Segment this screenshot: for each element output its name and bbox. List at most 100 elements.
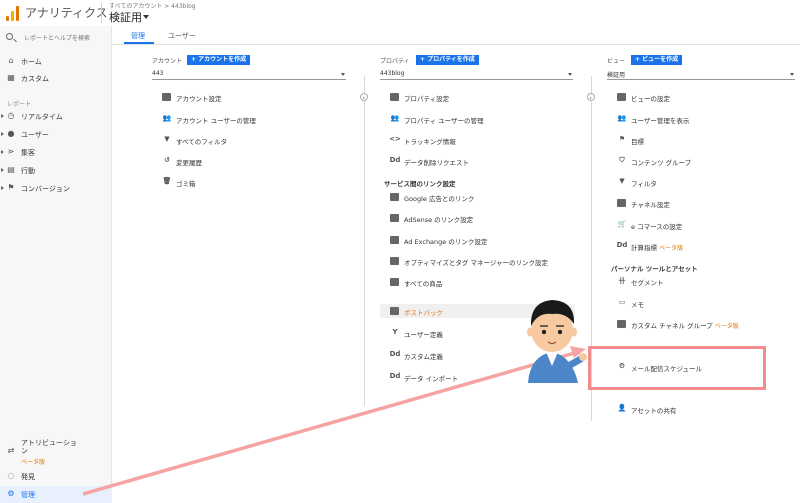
segments-item[interactable]: 卄 セグメント: [607, 274, 800, 288]
ecommerce-settings-item[interactable]: 🛒 e コマースの設定: [607, 218, 800, 232]
expand-arrow-icon: [1, 150, 4, 154]
item-label: コンテンツ グループ: [631, 159, 692, 167]
flag-icon: ⚑: [7, 183, 15, 192]
sidebar-item-acquisition[interactable]: ⋗ 集客: [0, 144, 112, 161]
item-label: セグメント: [631, 279, 664, 287]
column-divider: [364, 76, 365, 406]
sidebar-item-label: 行動: [21, 167, 35, 175]
create-property-button[interactable]: + プロパティを作成: [416, 55, 479, 65]
create-view-button[interactable]: + ビューを作成: [631, 55, 683, 65]
building-icon: [162, 93, 171, 101]
share-icon: ⋗: [7, 147, 15, 156]
search-icon: [6, 33, 13, 40]
sidebar-item-label: アトリビューション: [21, 439, 77, 455]
sidebar-item-label: コンバージョン: [21, 185, 70, 193]
item-label: カスタム チャネル グループ ベータ版: [631, 320, 739, 330]
view-caret-icon[interactable]: [143, 15, 149, 19]
ad-exchange-link-item[interactable]: Ad Exchange のリンク設定: [380, 233, 585, 247]
item-label: メモ: [631, 301, 644, 309]
item-label-text: 計算指標: [631, 244, 657, 252]
sidebar-item-label: ユーザー: [21, 131, 49, 139]
content-grouping-item[interactable]: ⛉ コンテンツ グループ: [607, 154, 800, 168]
share-user-icon: 👤: [617, 404, 627, 412]
sidebar-item-home[interactable]: ⌂ ホーム: [0, 53, 112, 70]
item-label: すべてのフィルタ: [176, 138, 228, 146]
sidebar-item-label: 発見: [21, 473, 35, 481]
dd-icon: Dd: [389, 156, 401, 164]
property-icon: [390, 93, 399, 101]
sidebar-item-conversions[interactable]: ⚑ コンバージョン: [0, 180, 112, 197]
chevron-down-icon: [790, 73, 794, 76]
item-label: すべての商品: [404, 280, 443, 288]
calculated-metrics-item[interactable]: Dd 計算指標 ベータ版: [607, 239, 800, 253]
channel-settings-item[interactable]: チャネル設定: [607, 196, 800, 210]
data-deletion-item[interactable]: Dd データ削除リクエスト: [380, 154, 585, 168]
annotations-item[interactable]: ▭ メモ: [607, 296, 800, 310]
sidebar-item-label: ホーム: [21, 58, 42, 66]
item-label-text: カスタム チャネル グループ: [631, 322, 713, 330]
beta-badge: ベータ版: [659, 245, 684, 252]
custom-channel-grouping-item[interactable]: カスタム チャネル グループ ベータ版: [607, 317, 800, 331]
custom-definitions-item[interactable]: Dd カスタム定義: [380, 348, 585, 362]
optimize-tagmanager-link-item[interactable]: オプティマイズとタグ マネージャーのリンク設定: [380, 254, 585, 268]
history-icon: ↺: [164, 156, 170, 164]
sidebar-item-users[interactable]: ● ユーザー: [0, 126, 112, 143]
trash-item[interactable]: 🗑 ゴミ箱: [152, 175, 357, 189]
channel-icon: [617, 199, 626, 207]
sidebar-item-attribution[interactable]: ⇄ アトリビューション ベータ版: [0, 437, 112, 467]
data-import-item[interactable]: Dd データ インポート: [380, 370, 585, 384]
property-selector[interactable]: 443blog: [380, 70, 573, 80]
item-label: ゴミ箱: [176, 180, 196, 188]
user-definitions-item[interactable]: Y ユーザー定義: [380, 326, 585, 340]
all-products-item[interactable]: すべての商品: [380, 275, 585, 289]
tab-user[interactable]: ユーザー: [168, 31, 196, 41]
view-filters-item[interactable]: ▼ フィルタ: [607, 175, 800, 189]
account-user-management-item[interactable]: 👥 アカウント ユーザーの管理: [152, 112, 357, 126]
search-input[interactable]: [24, 32, 109, 45]
person-icon: ●: [7, 129, 15, 138]
dd-icon: Dd: [389, 350, 401, 358]
share-assets-item[interactable]: 👤 アセットの共有: [607, 402, 800, 416]
item-label: ユーザー定義: [404, 331, 443, 339]
google-ads-link-item[interactable]: Google 広告とのリンク: [380, 190, 585, 204]
view-heading: ビュー: [607, 58, 626, 65]
window-icon: ▤: [7, 165, 15, 174]
expand-arrow-icon: [1, 186, 4, 190]
links-section-heading: サービス間のリンク設定: [384, 180, 456, 188]
account-selector[interactable]: 443: [152, 70, 346, 80]
item-label: アカウント設定: [176, 95, 222, 103]
sidebar-item-behavior[interactable]: ▤ 行動: [0, 162, 112, 179]
view-user-management-item[interactable]: 👥 ユーザー管理を表示: [607, 112, 800, 126]
sidebar-item-discover[interactable]: ◌ 発見: [0, 468, 112, 485]
analytics-logo-icon: [6, 5, 20, 21]
adsense-link-item[interactable]: AdSense のリンク設定: [380, 211, 585, 225]
flag-icon: ⚑: [618, 135, 626, 143]
view-settings-item[interactable]: ビューの設定: [607, 90, 800, 104]
sidebar-item-realtime[interactable]: ◷ リアルタイム: [0, 108, 112, 125]
account-settings-item[interactable]: アカウント設定: [152, 90, 357, 104]
item-label: プロパティ設定: [404, 95, 450, 103]
sidebar-item-custom[interactable]: ▦ カスタム: [0, 70, 112, 87]
all-filters-item[interactable]: ▼ すべてのフィルタ: [152, 133, 357, 147]
change-history-item[interactable]: ↺ 変更履歴: [152, 154, 357, 168]
view-selector[interactable]: 検証用: [109, 9, 142, 25]
tracking-info-item[interactable]: <> トラッキング情報: [380, 133, 585, 147]
property-user-management-item[interactable]: 👥 プロパティ ユーザーの管理: [380, 112, 585, 126]
postback-item[interactable]: ポストバック: [380, 304, 575, 318]
chevron-down-icon: [341, 73, 345, 76]
filter-icon: ▼: [164, 135, 170, 143]
sidebar-search[interactable]: [0, 31, 112, 47]
item-label: トラッキング情報: [404, 138, 456, 146]
expand-arrow-icon: [1, 114, 4, 118]
view-dropdown[interactable]: 検証用: [607, 70, 795, 80]
attribution-icon: ⇄: [7, 446, 15, 455]
goals-item[interactable]: ⚑ 目標: [607, 133, 800, 147]
tab-admin[interactable]: 管理: [131, 31, 145, 41]
create-account-button[interactable]: + アカウントを作成: [187, 55, 251, 65]
item-label: データ インポート: [404, 375, 459, 383]
property-settings-item[interactable]: プロパティ設定: [380, 90, 585, 104]
analytics-admin-screen: アナリティクス すべてのアカウント > 443blog 検証用 ⌂ ホーム ▦ …: [0, 0, 800, 503]
sidebar-item-admin[interactable]: ⚙ 管理: [0, 486, 112, 503]
item-label: チャネル設定: [631, 201, 670, 209]
beta-badge: ベータ版: [21, 459, 46, 466]
